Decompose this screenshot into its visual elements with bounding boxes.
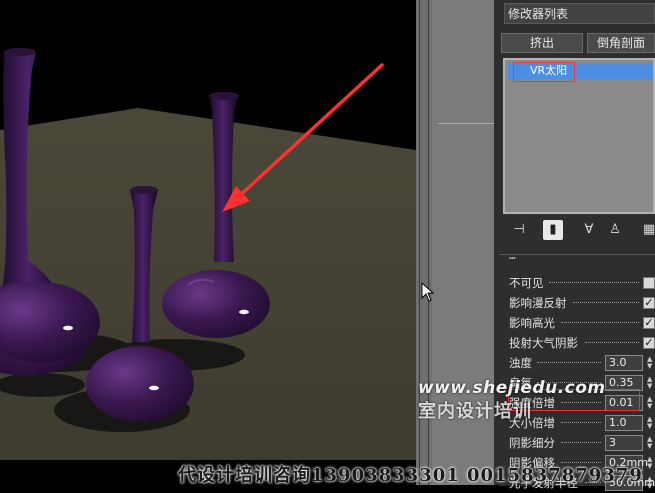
scrolled-row-fragment: ┅ <box>509 252 516 260</box>
extrude-button[interactable]: 挤出 <box>501 33 583 53</box>
show-end-result-icon[interactable]: ▮ <box>543 220 563 240</box>
param-affect-specular[interactable]: 影响高光 ✓ <box>509 313 655 333</box>
modifier-list-dropdown[interactable]: 修改器列表 <box>504 3 655 24</box>
watermark-contact: 代设计培训咨询13903833301 0015837879379 <box>178 465 643 486</box>
pin-stack-icon[interactable]: ⊣ <box>509 220 529 240</box>
spinner-arrows-icon[interactable]: ▲ ▼ <box>647 356 655 370</box>
mouse-cursor-icon <box>421 282 435 302</box>
invisible-checkbox[interactable] <box>643 277 655 289</box>
modifier-stack[interactable]: VR太阳 <box>503 58 655 214</box>
watermark-name: 室内设计培训 <box>418 401 532 422</box>
spinner-arrows-icon[interactable]: ▲ ▼ <box>647 476 655 490</box>
configure-sets-icon[interactable]: ▦ <box>639 220 655 240</box>
affect-specular-checkbox[interactable]: ✓ <box>643 317 655 329</box>
scene-render <box>0 48 416 460</box>
spinner-arrows-icon[interactable]: ▲ ▼ <box>647 436 655 450</box>
stack-toolbar: ⊣ ▮ ∀ ♙ ▦ <box>503 218 655 242</box>
modifier-list-label: 修改器列表 <box>508 7 569 21</box>
param-turbidity[interactable]: 浊度 3.0 ▲ ▼ <box>509 353 655 373</box>
watermark-url: www.shejiedu.com <box>418 378 606 398</box>
size-multiplier-spinner[interactable]: 1.0 <box>605 415 643 431</box>
highlight-box <box>513 62 575 82</box>
spinner-arrows-icon[interactable]: ▲ ▼ <box>647 396 655 410</box>
make-unique-icon[interactable]: ∀ <box>579 220 599 240</box>
grid-axis-line <box>438 123 494 124</box>
param-invisible[interactable]: 不可见 <box>509 273 655 293</box>
shadow-subdivs-spinner[interactable]: 3 <box>605 435 643 451</box>
perspective-viewport[interactable] <box>0 0 416 485</box>
turbidity-spinner[interactable]: 3.0 <box>605 355 643 371</box>
spinner-arrows-icon[interactable]: ▲ ▼ <box>647 416 655 430</box>
spinner-arrows-icon[interactable]: ▲ ▼ <box>647 456 655 470</box>
remove-modifier-icon[interactable]: ♙ <box>605 220 625 240</box>
param-cast-atmospheric-shadows[interactable]: 投射大气阴影 ✓ <box>509 333 655 353</box>
param-affect-diffuse[interactable]: 影响漫反射 ✓ <box>509 293 655 313</box>
cast-atmospheric-shadows-checkbox[interactable]: ✓ <box>643 337 655 349</box>
param-shadow-subdivs[interactable]: 阴影细分 3 ▲ ▼ <box>509 433 655 453</box>
spinner-arrows-icon[interactable]: ▲ ▼ <box>647 376 655 390</box>
affect-diffuse-checkbox[interactable]: ✓ <box>643 297 655 309</box>
bevel-profile-button[interactable]: 倒角剖面 <box>587 33 655 53</box>
vray-sun-parameters-rollout: ┅ 不可见 影响漫反射 ✓ 影响高光 ✓ 投射大气阴影 ✓ 浊度 3.0 ▲ ▼ … <box>499 252 655 491</box>
